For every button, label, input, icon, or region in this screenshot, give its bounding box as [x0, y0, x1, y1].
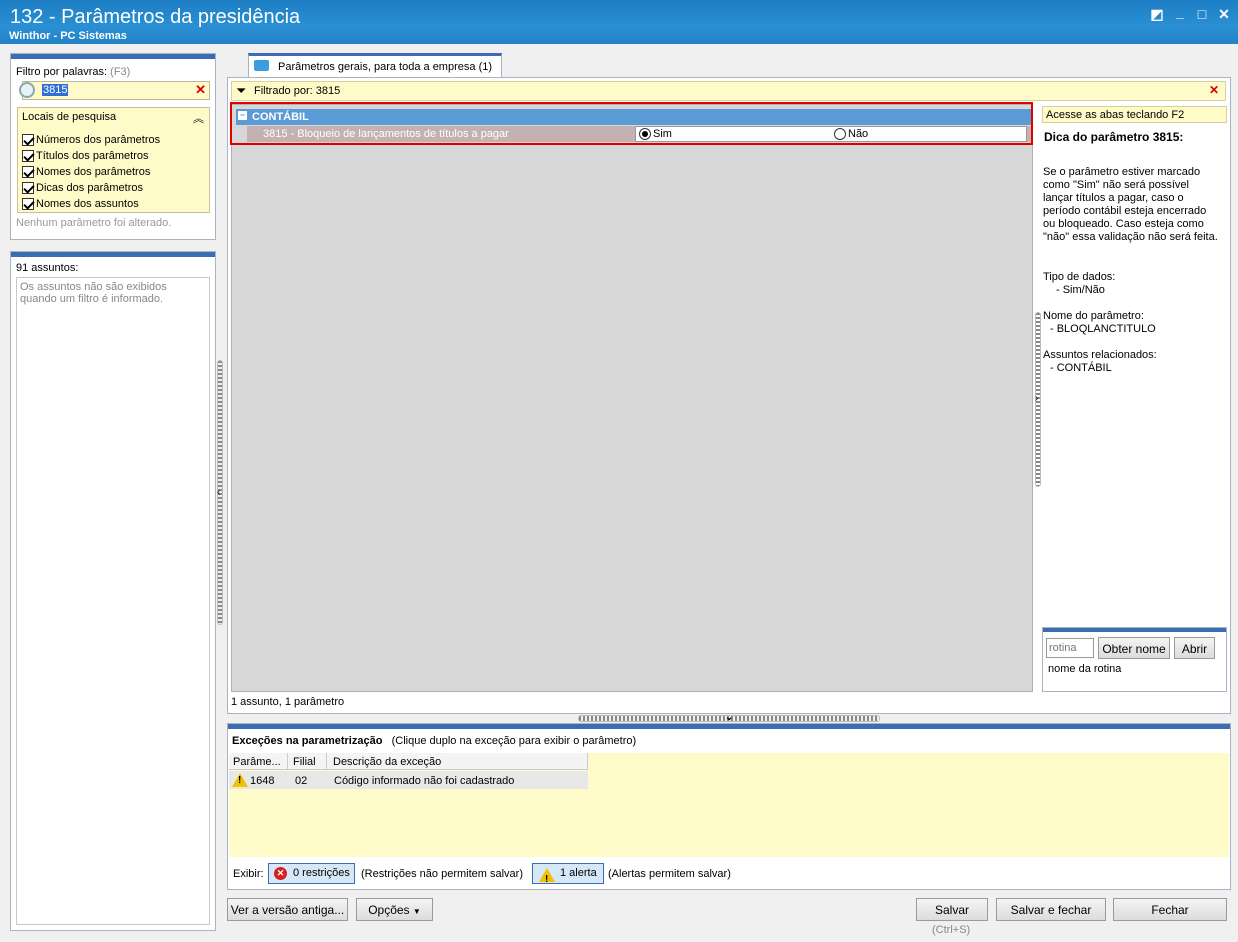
chevron-down-icon[interactable]: ⌄ [725, 712, 733, 723]
funnel-icon: ⏷ [236, 83, 247, 98]
filter-value[interactable]: 3815 [42, 84, 69, 96]
checkbox-list: Números dos parâmetros Títulos dos parâm… [22, 132, 160, 212]
tip-subjects: Assuntos relacionados: - CONTÁBIL [1043, 349, 1157, 374]
restrictions-note: (Restrições não permitem salvar) [361, 868, 523, 880]
status-text: 1 assunto, 1 parâmetro [231, 696, 345, 708]
col-param[interactable]: Parâme... [233, 756, 281, 768]
collapse-icon[interactable]: ︽ [193, 110, 204, 126]
restrictions-button[interactable]: ✕ 0 restrições [268, 863, 355, 884]
exceptions-panel: Exceções na parametrização (Clique duplo… [227, 723, 1231, 890]
filter-panel: Filtro por palavras: (F3) 3815 ✕ Locais … [10, 53, 216, 240]
checkbox-icon[interactable] [22, 150, 34, 163]
filter-bar-label: Filtrado por: 3815 [254, 85, 341, 97]
save-close-button[interactable]: Salvar e fechar [996, 898, 1106, 921]
table-row[interactable]: ! 1648 02 Código informado não foi cadas… [229, 771, 588, 789]
no-change-text: Nenhum parâmetro foi alterado. [16, 217, 172, 229]
restore-icon[interactable]: ◩ [1148, 6, 1166, 22]
checkbox-names[interactable]: Nomes dos parâmetros [22, 164, 160, 180]
routine-panel: Obter nome Abrir nome da rotina [1042, 627, 1227, 692]
checkbox-subjects[interactable]: Nomes dos assuntos [22, 196, 160, 212]
chevron-left-icon[interactable]: ‹ [217, 487, 220, 498]
exceptions-table: Parâme... Filial Descrição da exceção ! … [229, 753, 1229, 857]
show-label: Exibir: [233, 868, 264, 880]
caret-down-icon: ▼ [412, 907, 421, 916]
close-window-icon[interactable]: ✕ [1215, 6, 1233, 22]
clear-filter-bar-icon[interactable]: ✕ [1209, 83, 1219, 97]
tip-title: Dica do parâmetro 3815: [1044, 130, 1184, 144]
alerts-note: (Alertas permitem salvar) [608, 868, 731, 880]
save-shortcut: (Ctrl+S) [932, 924, 971, 936]
warning-icon: ! [539, 866, 555, 885]
title-bar: 132 - Parâmetros da presidência Winthor … [0, 0, 1238, 44]
save-button[interactable]: Salvar [916, 898, 988, 921]
subjects-panel: 91 assuntos: Os assuntos não são exibido… [10, 251, 216, 931]
close-button[interactable]: Fechar [1113, 898, 1227, 921]
window-subtitle: Winthor - PC Sistemas [9, 30, 127, 42]
checkbox-icon[interactable] [22, 134, 34, 147]
warning-icon: ! [232, 773, 248, 787]
subjects-count: 91 assuntos: [16, 262, 79, 274]
filter-input[interactable]: 3815 ✕ [19, 81, 210, 100]
checkbox-icon[interactable] [22, 198, 34, 211]
search-icon [19, 82, 35, 98]
get-name-button[interactable]: Obter nome [1098, 637, 1170, 659]
checkbox-icon[interactable] [22, 182, 34, 195]
chevron-right-icon[interactable]: › [1035, 393, 1038, 404]
maximize-icon[interactable]: □ [1193, 6, 1211, 22]
table-header: Parâme... Filial Descrição da exceção [229, 753, 588, 770]
tip-name: Nome do parâmetro: - BLOQLANCTITULO [1043, 310, 1156, 335]
highlight-box [230, 102, 1033, 145]
alerts-button[interactable]: ! 1 alerta [532, 863, 604, 885]
tab-label: Parâmetros gerais, para toda a empresa (… [278, 61, 493, 73]
tab-general-params[interactable]: Parâmetros gerais, para toda a empresa (… [248, 53, 502, 78]
col-filial[interactable]: Filial [293, 756, 316, 768]
filter-label: Filtro por palavras: (F3) [16, 66, 131, 78]
col-desc[interactable]: Descrição da exceção [333, 756, 441, 768]
filter-bar: ⏷ Filtrado por: 3815 ✕ [231, 81, 1226, 101]
open-button[interactable]: Abrir [1174, 637, 1215, 659]
routine-name-label: nome da rotina [1048, 663, 1122, 675]
f2-hint: Acesse as abas teclando F2 [1042, 106, 1227, 123]
subjects-hint: Os assuntos não são exibidos quando um f… [20, 281, 167, 305]
checkbox-icon[interactable] [22, 166, 34, 179]
checkbox-numbers[interactable]: Números dos parâmetros [22, 132, 160, 148]
checkbox-titles[interactable]: Títulos dos parâmetros [22, 148, 160, 164]
subjects-list: Os assuntos não são exibidos quando um f… [16, 277, 210, 925]
routine-input[interactable] [1046, 638, 1094, 658]
exceptions-header: Exceções na parametrização (Clique duplo… [232, 735, 637, 747]
tip-type: Tipo de dados: - Sim/Não [1043, 271, 1116, 296]
search-places-title: Locais de pesquisa [22, 111, 117, 123]
options-button[interactable]: Opções ▼ [356, 898, 433, 921]
checkbox-tips[interactable]: Dicas dos parâmetros [22, 180, 160, 196]
window-title: 132 - Parâmetros da presidência [10, 6, 301, 28]
clear-filter-icon[interactable]: ✕ [195, 82, 206, 98]
params-grid: − CONTÁBIL 3815 - Bloqueio de lançamento… [231, 104, 1033, 692]
minimize-icon[interactable]: _ [1171, 4, 1189, 20]
error-icon: ✕ [274, 867, 287, 880]
search-places-box: Locais de pesquisa ︽ Números dos parâmet… [17, 107, 210, 213]
folder-icon [254, 60, 269, 71]
old-version-button[interactable]: Ver a versão antiga... [227, 898, 348, 921]
tip-body: Se o parâmetro estiver marcado como "Sim… [1043, 166, 1218, 243]
